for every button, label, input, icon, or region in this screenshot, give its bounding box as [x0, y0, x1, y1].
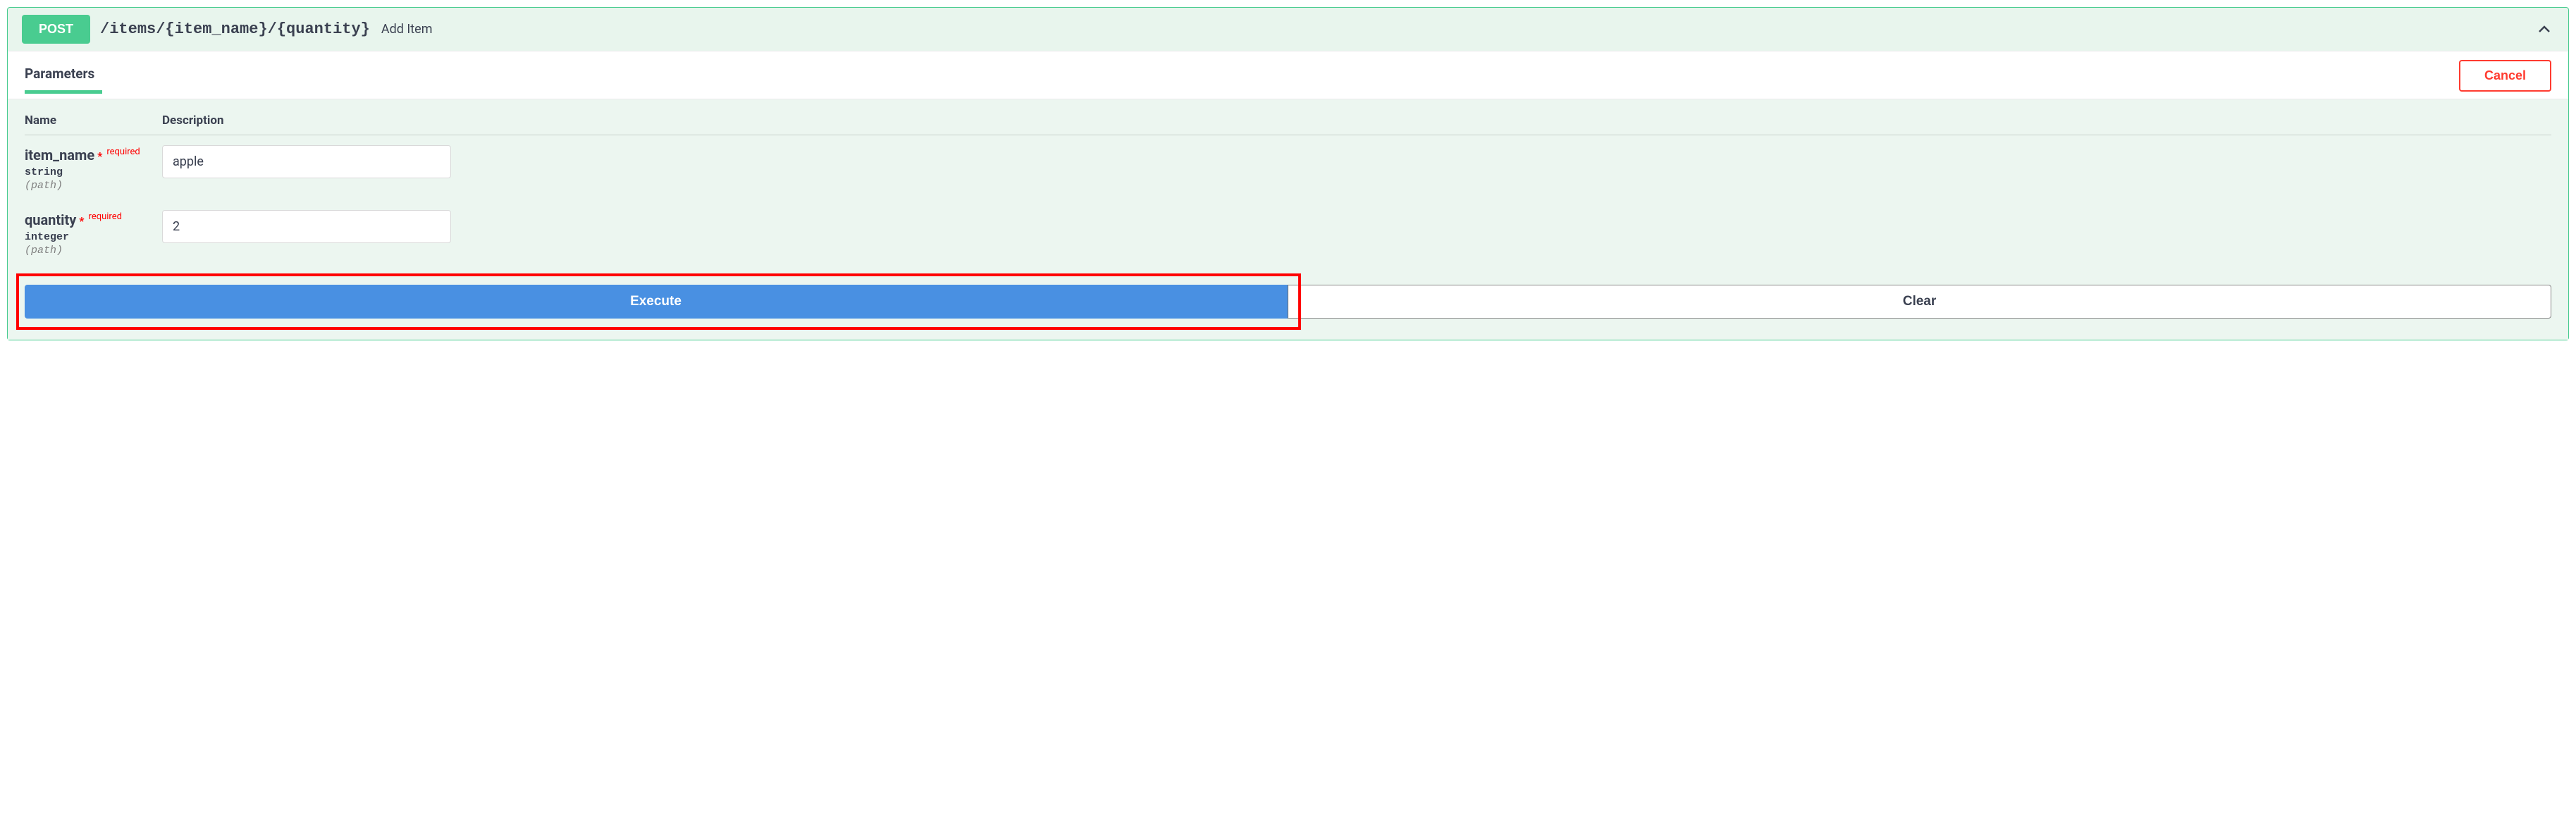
item-name-input[interactable]	[162, 145, 451, 178]
parameter-name: item_name	[25, 147, 94, 164]
parameter-type: string	[25, 166, 162, 178]
action-button-row: Execute Clear	[25, 285, 2551, 319]
operation-summary[interactable]: POST /items/{item_name}/{quantity} Add I…	[8, 8, 2568, 51]
column-name-header: Name	[25, 113, 162, 128]
parameter-name: quantity	[25, 211, 76, 228]
parameter-name-cell: item_name* required string (path)	[25, 145, 162, 192]
required-star-icon: *	[97, 149, 102, 163]
parameter-row: item_name* required string (path)	[25, 145, 2551, 192]
clear-button[interactable]: Clear	[1288, 285, 2551, 319]
operation-block: POST /items/{item_name}/{quantity} Add I…	[7, 7, 2569, 340]
parameter-value-cell	[162, 145, 451, 178]
execute-button[interactable]: Execute	[25, 285, 1288, 319]
parameter-row: quantity* required integer (path)	[25, 210, 2551, 257]
operation-body: Parameters Cancel Name Description item_…	[8, 51, 2568, 340]
parameter-in: (path)	[25, 180, 162, 192]
required-star-icon: *	[79, 214, 84, 228]
required-label: required	[106, 147, 140, 157]
parameters-table-head: Name Description	[25, 113, 2551, 135]
endpoint-summary: Add Item	[381, 22, 433, 37]
tab-header: Parameters Cancel	[8, 51, 2568, 99]
required-label: required	[89, 211, 122, 222]
endpoint-path: /items/{item_name}/{quantity}	[100, 20, 370, 38]
parameter-value-cell	[162, 210, 451, 243]
parameters-section: Name Description item_name* required str…	[8, 99, 2568, 340]
chevron-up-icon[interactable]	[2534, 20, 2554, 39]
parameter-type: integer	[25, 231, 162, 243]
parameters-table: Name Description item_name* required str…	[25, 113, 2551, 319]
parameter-in: (path)	[25, 245, 162, 257]
quantity-input[interactable]	[162, 210, 451, 243]
tab-parameters[interactable]: Parameters	[25, 66, 94, 93]
cancel-button[interactable]: Cancel	[2459, 60, 2551, 92]
column-description-header: Description	[162, 113, 223, 128]
parameter-name-cell: quantity* required integer (path)	[25, 210, 162, 257]
http-method-badge: POST	[22, 15, 90, 44]
